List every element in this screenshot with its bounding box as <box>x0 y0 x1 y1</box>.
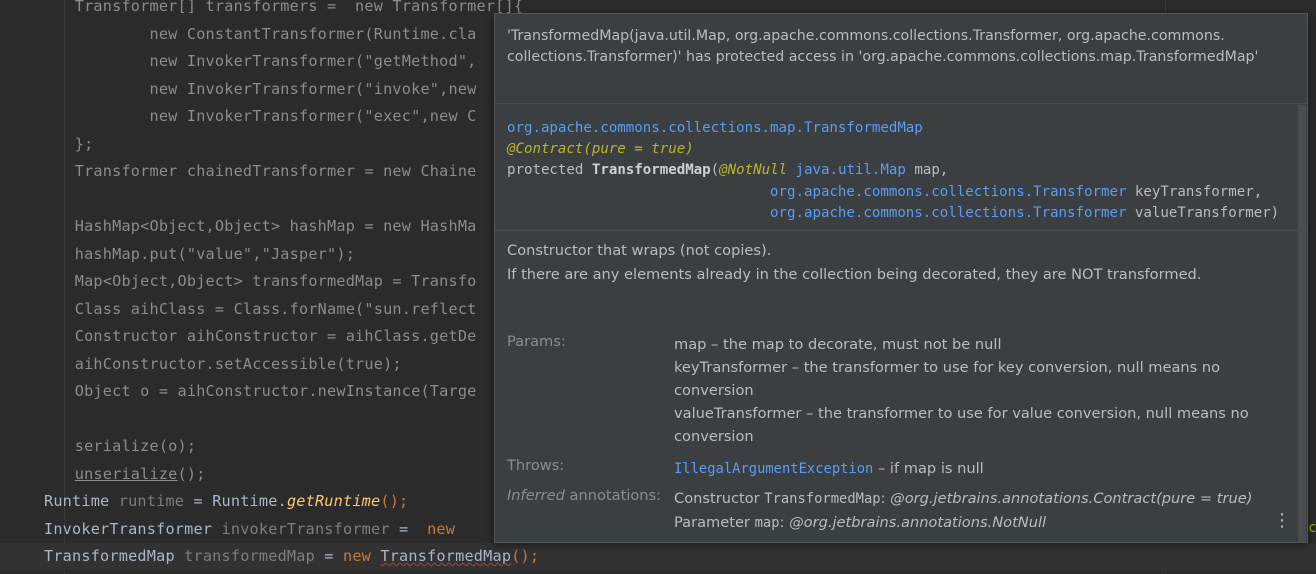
error-constructor-call[interactable]: TransformedMap <box>380 547 511 565</box>
inferred-target: map <box>754 515 780 531</box>
colon: : <box>779 514 790 531</box>
scrollbar[interactable] <box>1298 105 1306 542</box>
param-doc: valueTransformer – the transformer to us… <box>674 405 1249 445</box>
code-punct: (); <box>380 492 409 510</box>
colon: : <box>880 490 891 507</box>
contract-annotation: @Contract(pure = true) <box>507 141 694 158</box>
dot: . <box>277 492 287 510</box>
class-name: Runtime <box>212 492 278 510</box>
more-vertical-icon[interactable]: ⋮ <box>1273 512 1291 530</box>
code-line[interactable]: serialize(o); <box>0 433 196 460</box>
code-line[interactable]: Transformer chainedTransformer = new Cha… <box>0 158 477 185</box>
code-line[interactable]: hashMap.put("value","Jasper"); <box>0 241 355 268</box>
params-list: map – the map to decorate, must not be n… <box>674 333 1264 448</box>
code-line[interactable]: InvokerTransformer invokerTransformer = … <box>44 516 455 543</box>
description: Constructor that wraps (not copies). If … <box>507 239 1287 287</box>
code-line[interactable]: new InvokerTransformer("getMethod", <box>0 48 477 75</box>
transformer-name: Transformer <box>1033 204 1127 221</box>
package-name: org.apache.commons.collections. <box>770 183 1034 200</box>
inferred-target: TransformedMap <box>764 491 881 507</box>
param-name: valueTransformer) <box>1126 204 1280 221</box>
code-line[interactable]: new ConstantTransformer(Runtime.cla <box>0 21 477 48</box>
code-line[interactable]: Class aihClass = Class.forName("sun.refl… <box>0 296 477 323</box>
inferred-kind: Parameter <box>674 514 755 531</box>
inferred-annotation: Parameter map: @org.jetbrains.annotation… <box>674 511 1264 535</box>
notnull-annotation: @NotNull <box>719 162 788 179</box>
inferred-annotation-text: @org.jetbrains.annotations.Contract(pure… <box>890 490 1253 507</box>
documentation-panel[interactable]: org.apache.commons.collections.map.Trans… <box>495 105 1307 542</box>
inferred-annotations: Constructor TransformedMap: @org.jetbrai… <box>674 487 1264 535</box>
description-line: If there are any elements already in the… <box>507 266 1202 283</box>
variable-name: transformedMap <box>184 547 315 565</box>
exception-link[interactable]: IllegalArgumentException <box>674 461 873 477</box>
inferred-word: Inferred <box>507 487 565 504</box>
class-link[interactable]: org.apache.commons.collections.map.Trans… <box>507 120 923 136</box>
modifier: protected <box>507 162 592 179</box>
throws-value: IllegalArgumentException – if map is nul… <box>674 457 1264 481</box>
param-name: map, <box>905 162 949 179</box>
throws-label: Throws: <box>507 457 565 474</box>
divider <box>495 230 1307 231</box>
code-line[interactable]: new InvokerTransformer("invoke",new <box>0 76 477 103</box>
error-tooltip: 'TransformedMap(java.util.Map, org.apach… <box>495 14 1307 104</box>
operator: = <box>184 492 213 510</box>
code-line[interactable]: Object o = aihConstructor.newInstance(Ta… <box>0 378 477 405</box>
method-call[interactable]: unserialize <box>75 465 178 483</box>
inferred-annotation-text: @org.jetbrains.annotations.NotNull <box>789 514 1047 531</box>
current-line[interactable]: TransformedMap transformedMap = new Tran… <box>0 543 1316 570</box>
keyword: new <box>427 520 456 538</box>
operator: = <box>314 547 343 565</box>
inferred-kind: Constructor <box>674 490 765 507</box>
code-line[interactable]: Constructor aihConstructor = aihClass.ge… <box>0 323 477 350</box>
code-line[interactable]: Transformer[] transformers = new Transfo… <box>0 0 523 20</box>
code-line[interactable]: new InvokerTransformer("exec",new C <box>0 103 477 130</box>
inferred-annotations-label: Inferred annotations: <box>507 487 661 504</box>
variable-name: runtime <box>118 492 185 510</box>
variable-name: invokerTransformer <box>221 520 390 538</box>
param-doc: keyTransformer – the transformer to use … <box>674 359 1221 399</box>
code-line[interactable]: aihConstructor.setAccessible(true); <box>0 351 402 378</box>
transformer-name: Transformer <box>1033 183 1127 200</box>
inferred-annotation: Constructor TransformedMap: @org.jetbrai… <box>674 487 1264 511</box>
constructor-name: TransformedMap <box>591 162 711 179</box>
param-name: keyTransformer, <box>1126 183 1263 200</box>
method-name: getRuntime <box>286 492 381 510</box>
params-label: Params: <box>507 333 566 350</box>
code-line[interactable]: Map<Object,Object> transformedMap = Tran… <box>0 268 477 295</box>
operator: = <box>389 520 428 538</box>
description-line: Constructor that wraps (not copies). <box>507 242 772 259</box>
throws-text: – if map is null <box>873 460 984 477</box>
type-name: InvokerTransformer <box>44 520 213 538</box>
paren: ( <box>710 162 720 179</box>
code-line[interactable]: Runtime runtime = Runtime.getRuntime(); <box>44 488 408 515</box>
code-punct: (); <box>177 465 206 483</box>
package-name: org.apache.commons.collections. <box>770 204 1034 221</box>
keyword: new <box>343 547 372 565</box>
code-line[interactable]: }; <box>0 131 94 158</box>
code-line[interactable]: HashMap<Object,Object> hashMap = new Has… <box>0 213 477 240</box>
error-message-line: 'TransformedMap(java.util.Map, org.apach… <box>507 28 1225 44</box>
code-line[interactable]: unserialize(); <box>0 461 206 488</box>
error-message-line: collections.Transformer)' has protected … <box>507 49 1259 65</box>
type-name: Runtime <box>44 492 110 510</box>
code-punct: (); <box>511 547 540 565</box>
quick-doc-popup[interactable]: 'TransformedMap(java.util.Map, org.apach… <box>494 13 1308 543</box>
clipped-char: c <box>1308 520 1316 536</box>
type-name: TransformedMap <box>44 547 175 565</box>
transformer-type-link[interactable]: org.apache.commons.collections.Transform… <box>770 205 1126 221</box>
param-doc: map – the map to decorate, must not be n… <box>674 336 1002 353</box>
transformer-type-link[interactable]: org.apache.commons.collections.Transform… <box>770 184 1126 200</box>
annotations-word: annotations: <box>564 487 662 504</box>
map-type-link[interactable]: java.util.Map <box>796 162 906 178</box>
signature-block: org.apache.commons.collections.map.Trans… <box>507 118 1279 224</box>
